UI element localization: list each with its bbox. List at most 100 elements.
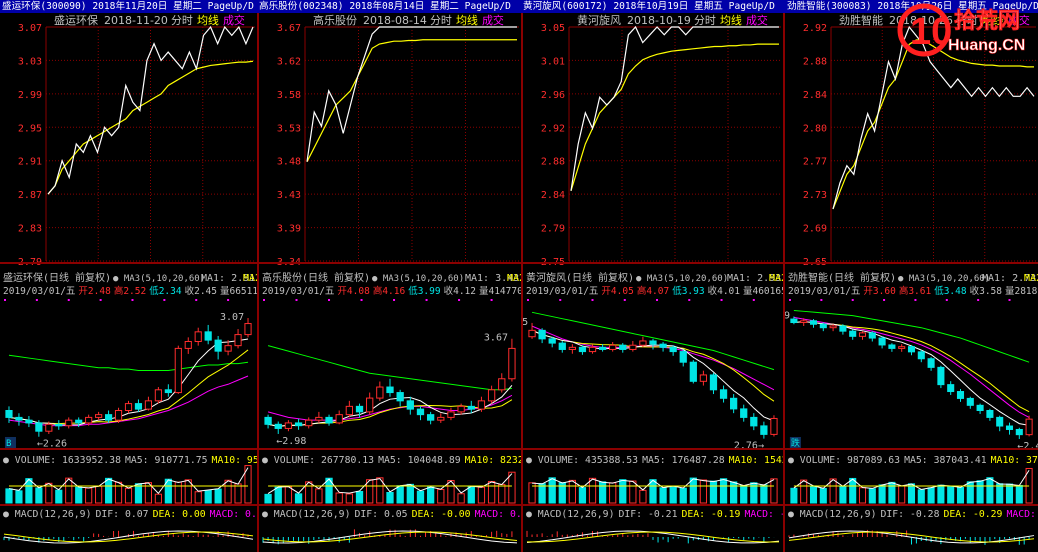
ma10-line [267,399,513,427]
intraday-avg-label: 均线 [456,13,478,27]
candle-body [917,351,925,360]
stock-panel-3[interactable]: 3.053.012.962.922.882.842.792.75黄河旋风2018… [523,13,783,552]
intraday-ytick: 2.87 [18,190,42,201]
kline-high-label: 3.07 [220,312,244,323]
kline-info-low: 低2.34 [149,285,182,297]
kline-dot-marker [1008,299,1011,301]
kline-info-open: 开2.48 [78,286,111,297]
candle-body [538,329,546,340]
candle-body [426,414,435,421]
candle-body [264,416,272,425]
stock-panel-2[interactable]: 3.673.623.583.533.483.433.393.34高乐股份2018… [259,13,521,552]
volume-ma5-line [267,473,513,494]
kline-ma2: MA2: 3 [1024,273,1038,284]
volume-bar [264,493,272,504]
kline-dot-marker [752,299,755,301]
volume-bar [335,492,343,504]
volume-bar [976,480,984,504]
intraday-extra-label: 成交 [746,13,768,27]
kline-high-label: 3.67 [484,333,508,344]
candle-body [1005,425,1014,430]
volume-bar [629,480,637,504]
volume-bar [639,489,647,504]
kline-title: 高乐股份(日线 前复权) [262,271,370,284]
volume-bar [498,483,506,504]
intraday-stock-name: 盛运环保 [54,13,98,27]
macd-dif: DIF: -0.21 [618,509,677,520]
intraday-ytick: 3.62 [277,56,301,67]
candle-body [315,416,323,421]
candle-body [947,384,955,393]
volume-bar [679,487,687,504]
volume-dot-icon: ● [262,455,274,466]
candle-body [284,422,293,429]
kline-dot-marker [425,299,428,301]
logo-domain: Huang.CN [948,37,1025,54]
intraday-date: 2018-08-14 [363,14,427,27]
candle-body [760,425,768,435]
intraday-stock-name: 劲胜智能 [839,13,883,27]
kline-dot-marker [4,299,6,301]
intraday-ytick: 2.99 [18,90,42,101]
volume-bar [204,490,212,504]
kline-dot-marker [99,299,102,301]
volume-dot-icon: ● [788,455,800,466]
candle-body [976,404,984,412]
candle-body [800,320,808,324]
stock-panel-4[interactable]: 2.922.882.842.802.772.732.692.65劲胜智能2018… [785,13,1038,552]
volume-bar [907,483,916,504]
volume-bar [568,479,576,504]
macd-header: ● MACD(12,26,9) DIF: -0.28 DEA: -0.29 MACD:… [788,509,1038,520]
intraday-ytick: 2.83 [18,224,42,235]
candle-body [477,400,486,410]
kline-dot-marker [914,299,917,301]
window-titlebar: 盛运环保(300090) 2018年11月20日 星期二 PageUp/D 高乐… [0,0,1038,13]
candle-body [528,329,536,338]
candle-body [345,405,354,416]
stock-panel-1[interactable]: 3.073.032.992.952.912.872.832.79盛运环保2018… [0,13,257,552]
kline-info-date: 2019/03/01/五 [262,286,334,297]
kline-info-line: 2019/03/01/五开4.05高4.07低3.93收4.01量460165额… [526,285,783,297]
kline-dot-marker [490,299,493,301]
ma5-line [793,321,1030,426]
intraday-header: 高乐股份 2018-08-14 分时 均线 成交 [313,13,504,27]
kline-ma-label: ● MA3(5,10,20,60) [636,274,728,284]
kline-info-vol: 量414770 [479,286,521,297]
macd-value: MACD: -0.05 [744,509,783,520]
intraday-ytick: 2.73 [803,190,827,201]
kline-dot-marker [527,299,529,301]
kline-info-high: 高4.07 [637,285,669,297]
kline-info-close: 收4.01 [708,285,741,297]
candle-body [194,331,202,342]
volume-ma5: MA5: 387043.41 [904,455,987,466]
intraday-price-line [47,25,254,195]
candle-body [406,400,414,410]
candle-body [1025,418,1033,436]
volume-bar [878,484,886,504]
candle-body [487,389,496,402]
intraday-period: 分时 [694,14,716,27]
kline-dot-marker [458,299,461,301]
intraday-ytick: 2.92 [803,23,827,34]
kline-ma2: MA2: 2 [243,273,257,284]
candle-body [144,400,153,410]
volume-bar [578,487,587,504]
intraday-ytick: 3.07 [18,23,42,34]
candle-body [5,410,13,418]
candle-body [649,340,657,345]
macd-label: MACD(12,26,9) [538,509,615,520]
candle-body [134,403,143,410]
volume-dot-icon: ● [3,455,15,466]
title-segment-3: 黄河旋风(600172) 2018年10月19日 星期五 PageUp/D [523,1,775,12]
candle-body [55,423,63,427]
volume-dot-icon: ● [526,455,538,466]
intraday-extra-label: 成交 [482,13,504,27]
kline-dot-marker [820,299,823,301]
candle-body [907,346,916,353]
intraday-header: 盛运环保 2018-11-20 分时 均线 成交 [54,13,245,27]
title-segment-2: 高乐股份(002348) 2018年08月14日 星期二 PageUp/D [259,1,511,12]
candle-body [819,323,827,329]
candle-body [629,344,637,350]
kline-info-open: 开3.60 [863,286,896,297]
volume-ma10: MA10: 951370.50 [212,455,257,466]
